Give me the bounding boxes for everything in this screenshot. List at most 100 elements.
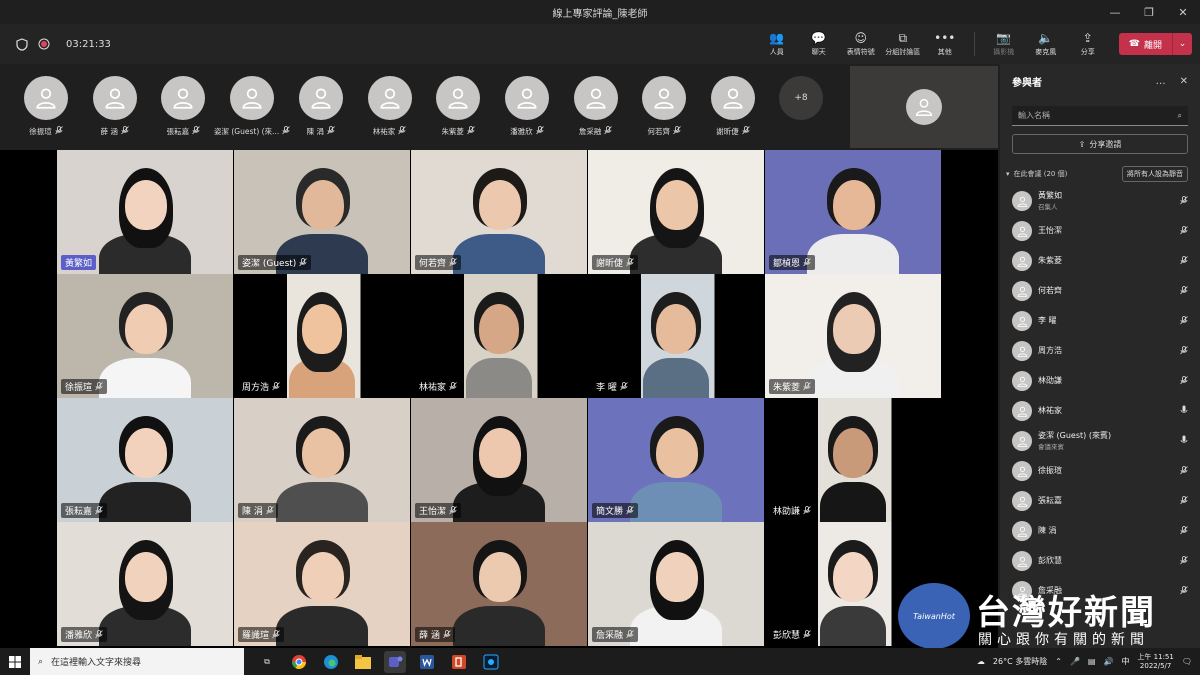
participant-row[interactable]: 陳 涓 xyxy=(1000,516,1200,546)
participant-row[interactable]: 李 曜 xyxy=(1000,306,1200,336)
self-view-tile[interactable] xyxy=(850,66,998,148)
strip-participant[interactable]: 朱紫菱 xyxy=(425,76,491,137)
video-tile[interactable]: 鄒楨恩 xyxy=(765,150,941,274)
emoji-button[interactable]: ☺ 表情符號 xyxy=(842,31,880,57)
video-tile[interactable]: 林劭謙 xyxy=(765,398,941,522)
video-tile[interactable]: 林祐家 xyxy=(411,274,587,398)
video-tile[interactable]: 朱紫菱 xyxy=(765,274,941,398)
video-tile[interactable]: 徐振瑄 xyxy=(57,274,233,398)
strip-participant[interactable]: 姿潔 (Guest) (來... xyxy=(214,76,291,137)
start-button[interactable] xyxy=(0,655,30,668)
mic-off-icon[interactable] xyxy=(1177,555,1188,567)
participant-strip: 徐振瑄 薛 涵 張耘嘉 姿潔 (Guest) (來... 陳 涓 林祐家 朱紫菱… xyxy=(0,64,1000,148)
tray-expand-icon[interactable]: ⌃ xyxy=(1055,657,1062,666)
participant-row[interactable]: 彭欣慧 xyxy=(1000,546,1200,576)
strip-participant[interactable]: 潘雅欣 xyxy=(494,76,560,137)
avatar xyxy=(1012,191,1032,211)
strip-participant[interactable]: 詹采融 xyxy=(563,76,629,137)
mic-off-icon[interactable] xyxy=(1177,195,1188,207)
powerpoint-icon[interactable] xyxy=(448,651,470,673)
photoshop-icon[interactable] xyxy=(480,651,502,673)
more-button[interactable]: ••• 其他 xyxy=(926,31,964,57)
close-window-button[interactable]: ✕ xyxy=(1166,0,1200,24)
mic-off-icon[interactable] xyxy=(1177,525,1188,537)
share-button[interactable]: ⇪ 分享 xyxy=(1069,31,1107,57)
participant-row[interactable]: 姿潔 (Guest) (來賓) 會議來賓 xyxy=(1000,426,1200,456)
video-tile[interactable]: 薛 涵 xyxy=(411,522,587,646)
weather-text[interactable]: 26°C 多雲時陰 xyxy=(993,656,1047,667)
mic-off-icon[interactable] xyxy=(1177,375,1188,387)
participant-search-input[interactable]: 輸入名稱 ⌕ xyxy=(1012,106,1188,126)
clock[interactable]: 上午 11:51 2022/5/7 xyxy=(1137,653,1173,671)
participant-row[interactable]: 張耘嘉 xyxy=(1000,486,1200,516)
word-icon[interactable] xyxy=(416,651,438,673)
video-tile[interactable]: 謝昕倢 xyxy=(588,150,764,274)
chrome-icon[interactable] xyxy=(288,651,310,673)
leave-options-chevron-icon[interactable]: ⌄ xyxy=(1172,33,1192,55)
strip-participant[interactable]: 陳 涓 xyxy=(288,76,354,137)
ime-indicator[interactable]: 中 xyxy=(1121,656,1129,667)
strip-participant[interactable]: 張耘嘉 xyxy=(150,76,216,137)
video-tile[interactable]: 陳 涓 xyxy=(234,398,410,522)
participant-row[interactable]: 黃繁如 召集人 xyxy=(1000,186,1200,216)
teams-icon[interactable] xyxy=(384,650,406,673)
people-button[interactable]: 👥 人員 xyxy=(758,31,796,57)
mute-all-button[interactable]: 將所有人設為靜音 xyxy=(1122,166,1188,182)
participant-row[interactable]: 周方浩 xyxy=(1000,336,1200,366)
participant-row[interactable]: 徐振瑄 xyxy=(1000,456,1200,486)
task-view-icon[interactable]: ⧉ xyxy=(256,651,278,673)
video-tile[interactable]: 詹采融 xyxy=(588,522,764,646)
close-panel-icon[interactable]: ✕ xyxy=(1180,76,1188,87)
camera-button[interactable]: 📷 攝影機 xyxy=(985,31,1023,57)
panel-more-icon[interactable]: … xyxy=(1156,76,1166,87)
network-icon[interactable]: ▤ xyxy=(1088,657,1096,666)
share-invite-button[interactable]: ⇪ 分享邀請 xyxy=(1012,134,1188,154)
mic-button[interactable]: 🔈 麥克風 xyxy=(1027,31,1065,57)
edge-icon[interactable] xyxy=(320,651,342,673)
toolbar-divider xyxy=(973,32,975,56)
video-tile[interactable]: 姿潔 (Guest) xyxy=(234,150,410,274)
strip-participant[interactable]: 薛 涵 xyxy=(82,76,148,137)
video-tile[interactable]: 王怡潔 xyxy=(411,398,587,522)
participant-row[interactable]: 林祐家 xyxy=(1000,396,1200,426)
video-tile[interactable]: 張耘嘉 xyxy=(57,398,233,522)
video-tile[interactable]: 黃繁如 xyxy=(57,150,233,274)
video-tile[interactable]: 何若齊 xyxy=(411,150,587,274)
chat-button[interactable]: 💬 聊天 xyxy=(800,31,838,57)
participant-row[interactable]: 林劭謙 xyxy=(1000,366,1200,396)
taskbar-search-input[interactable]: ⌕ 在這裡輸入文字來搜尋 xyxy=(30,648,244,675)
mic-off-icon[interactable] xyxy=(1177,285,1188,297)
strip-participant[interactable]: 林祐家 xyxy=(357,76,423,137)
mic-off-icon[interactable] xyxy=(1177,255,1188,267)
mic-on-icon[interactable] xyxy=(1180,405,1188,415)
participant-row[interactable]: 何若齊 xyxy=(1000,276,1200,306)
participant-row[interactable]: 朱紫菱 xyxy=(1000,246,1200,276)
strip-participant[interactable]: 何若齊 xyxy=(631,76,697,137)
video-tile[interactable]: 周方浩 xyxy=(234,274,410,398)
mic-off-icon[interactable] xyxy=(1177,495,1188,507)
mic-off-icon[interactable] xyxy=(1177,345,1188,357)
search-icon: ⌕ xyxy=(38,656,44,667)
volume-icon[interactable]: 🔊 xyxy=(1103,657,1113,666)
avatar xyxy=(1012,401,1032,421)
person-face xyxy=(125,552,167,602)
mic-on-icon[interactable] xyxy=(1180,435,1188,445)
more-participants-button[interactable]: +8 xyxy=(768,76,834,120)
strip-participant[interactable]: 徐振瑄 xyxy=(13,76,79,137)
maximize-button[interactable]: ❐ xyxy=(1132,0,1166,24)
video-tile[interactable]: 李 曜 xyxy=(588,274,764,398)
strip-participant[interactable]: 謝昕倢 xyxy=(700,76,766,137)
file-explorer-icon[interactable] xyxy=(352,651,374,673)
leave-button[interactable]: ☎ 離開 xyxy=(1118,33,1172,55)
video-tile[interactable]: 羅識瑄 xyxy=(234,522,410,646)
video-tile[interactable]: 潘雅欣 xyxy=(57,522,233,646)
minimize-button[interactable]: — xyxy=(1098,0,1132,24)
in-meeting-section-header[interactable]: ▾ 在此會議 (20 個) 將所有人設為靜音 xyxy=(1000,166,1200,182)
notification-icon[interactable]: 🗨 xyxy=(1182,657,1192,666)
participant-row[interactable]: 王怡潔 xyxy=(1000,216,1200,246)
mic-off-icon[interactable] xyxy=(1177,225,1188,237)
mic-off-icon[interactable] xyxy=(1177,315,1188,327)
breakout-rooms-button[interactable]: ⧉ 分組討論區 xyxy=(884,31,922,57)
video-tile[interactable]: 簡文勝 xyxy=(588,398,764,522)
mic-off-icon[interactable] xyxy=(1177,465,1188,477)
